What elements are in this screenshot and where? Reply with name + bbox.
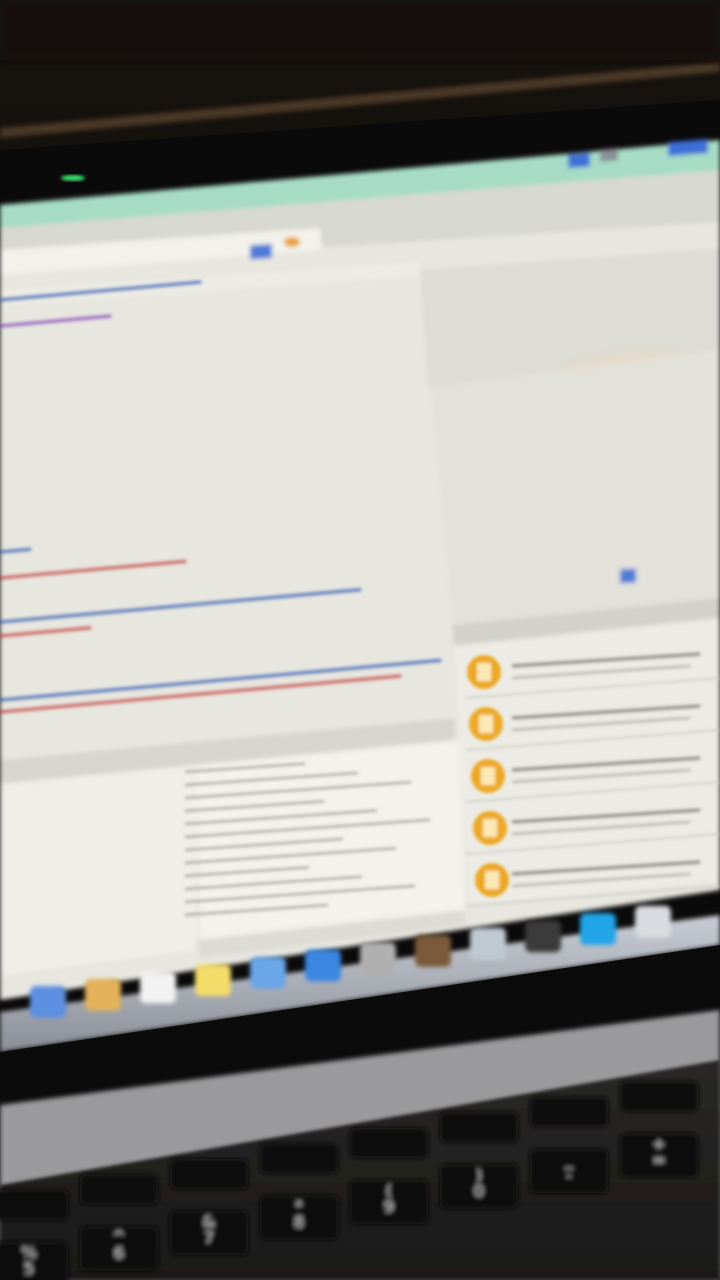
keyboard-key[interactable] bbox=[260, 1143, 338, 1174]
safari-icon[interactable] bbox=[305, 949, 341, 982]
keyboard-key[interactable] bbox=[170, 1159, 248, 1189]
preview-icon[interactable] bbox=[470, 927, 506, 960]
key-label: = bbox=[652, 1151, 665, 1170]
library-item-glyph bbox=[479, 715, 493, 733]
calendar-icon[interactable] bbox=[140, 971, 176, 1004]
key-label: 9 bbox=[384, 1197, 394, 1216]
keyboard-key[interactable]: *8 bbox=[260, 1195, 338, 1240]
finder-icon[interactable] bbox=[30, 986, 66, 1018]
key-label: 7 bbox=[204, 1228, 214, 1247]
jump-bar-file-icon bbox=[250, 243, 272, 260]
keyboard-key[interactable]: %5 bbox=[0, 1242, 68, 1280]
toolbar-editor-icon[interactable] bbox=[568, 152, 590, 169]
key-label: - bbox=[566, 1166, 572, 1185]
library-item-glyph bbox=[481, 767, 495, 785]
key-label: 8 bbox=[294, 1213, 304, 1232]
keyboard-key[interactable]: )0 bbox=[440, 1164, 518, 1209]
skype-icon[interactable] bbox=[580, 913, 616, 945]
notes-icon[interactable] bbox=[85, 978, 121, 1011]
itunes-icon[interactable] bbox=[415, 934, 451, 967]
keyboard-key[interactable] bbox=[350, 1128, 428, 1158]
trash-icon[interactable] bbox=[635, 905, 671, 938]
keyboard-key[interactable]: ^6 bbox=[80, 1226, 158, 1271]
photos-icon[interactable] bbox=[360, 942, 396, 975]
keyboard-key[interactable]: _- bbox=[530, 1149, 608, 1193]
keyboard-key[interactable] bbox=[80, 1174, 158, 1205]
photo-scene: %5 ^6&7 *8 (9 )0 _- += bbox=[0, 0, 720, 1280]
mail-icon[interactable] bbox=[250, 956, 286, 989]
status-led bbox=[61, 175, 85, 181]
keyboard-key[interactable]: (9 bbox=[350, 1180, 428, 1224]
library-item-glyph bbox=[485, 871, 499, 889]
stickies-icon[interactable] bbox=[195, 964, 231, 997]
keyboard-key[interactable] bbox=[530, 1097, 608, 1127]
key-label: 5 bbox=[24, 1259, 34, 1278]
wall-dark bbox=[0, 0, 720, 60]
inspector-middle bbox=[430, 352, 720, 625]
library-object-tab[interactable] bbox=[620, 568, 636, 584]
keyboard-key[interactable] bbox=[620, 1081, 698, 1112]
keyboard-key[interactable]: &7 bbox=[170, 1211, 248, 1255]
key-label: 0 bbox=[474, 1182, 484, 1201]
keyboard-key[interactable] bbox=[440, 1112, 518, 1143]
key-label: 6 bbox=[114, 1244, 124, 1263]
terminal-icon[interactable] bbox=[525, 920, 561, 953]
variables-pane bbox=[0, 765, 196, 975]
warning-badge-icon bbox=[284, 237, 300, 247]
toolbar-assistant-icon[interactable] bbox=[600, 148, 618, 162]
keyboard-key[interactable]: += bbox=[620, 1133, 698, 1178]
keyboard-key[interactable] bbox=[0, 1190, 68, 1220]
library-item-glyph bbox=[477, 663, 491, 681]
library-item-glyph bbox=[483, 819, 497, 837]
